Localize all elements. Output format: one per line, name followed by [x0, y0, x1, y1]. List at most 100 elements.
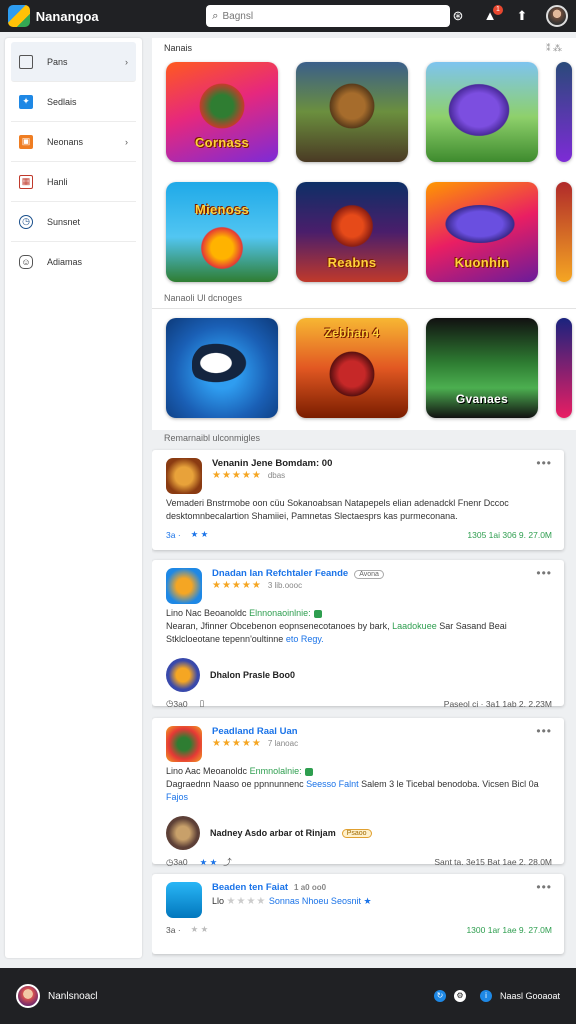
- section-title: Nanais ⁑ ⁂: [152, 40, 576, 56]
- card-text-link[interactable]: Laadokuee: [392, 621, 437, 631]
- blue-app-icon: ✦: [19, 94, 33, 109]
- game-tile[interactable]: Zebhan 4: [296, 318, 408, 418]
- app-title: Nanangoa: [35, 8, 99, 24]
- meta-left: 3a0: [173, 857, 188, 867]
- photos-icon: ▦: [19, 174, 33, 189]
- bottom-right-label[interactable]: Naasl Gooaoat: [500, 991, 560, 1001]
- settings-icon[interactable]: ⚙: [453, 990, 466, 1002]
- card-lead-link[interactable]: Enmnolalnie:: [250, 766, 302, 776]
- card-lead-link[interactable]: Sonnas Nhoeu Seosnit: [269, 896, 361, 906]
- card-meta: ◷ 3a0 ★ ★ ⤴ Sant ta. 3e15 Bat 1ae 2. 28.…: [166, 856, 552, 868]
- more-options-icon[interactable]: •••: [536, 724, 552, 738]
- user-avatar[interactable]: [16, 984, 40, 1008]
- notifications-icon[interactable]: ▲ 1: [482, 5, 503, 24]
- gamepad-icon[interactable]: ⊛: [450, 8, 466, 24]
- sidebar-item-adiamas[interactable]: ☺ Adiamas: [11, 242, 136, 282]
- sidebar: Pans › ✦ Sedlais ▣ Neonans › ▦ Hanli ◷ S…: [5, 38, 142, 958]
- card-text-body: Nearan, Jfinner Obcebenon eopnsenecotano…: [166, 621, 393, 631]
- share-icon[interactable]: ⤴: [223, 856, 232, 868]
- sidebar-item-hanli[interactable]: ▦ Hanli: [11, 162, 136, 202]
- game-row-1: Cornass: [152, 62, 572, 162]
- game-tile[interactable]: Reabns: [296, 182, 408, 282]
- card-title-text: Beaden ten Faiat: [212, 882, 289, 893]
- game-tile[interactable]: Cornass: [166, 62, 278, 162]
- bookmark-icon[interactable]: ▯: [200, 698, 205, 709]
- game-tile[interactable]: Kuonhin: [426, 182, 538, 282]
- card-text-link[interactable]: Seesso Falnt: [306, 779, 359, 789]
- upload-icon[interactable]: ⬆: [514, 8, 530, 24]
- main-content: Nanais ⁑ ⁂ Cornass Mienoss Reabns Kuonhi…: [152, 38, 576, 964]
- top-icons: ⊛ ▲ 1 ⬆: [450, 5, 568, 27]
- rating-note: 3 lib.oooc: [267, 581, 303, 590]
- game-tile-title: [430, 326, 534, 340]
- rating-note: 7 lanoac: [267, 739, 299, 748]
- review-card[interactable]: ••• Beaden ten Faiat 1 a0 oo0 Llo ★★★★ So…: [152, 874, 564, 954]
- bottom-actions: ↻ ⚙ i Naasl Gooaoat: [433, 990, 560, 1002]
- card-title: Peadland Raal Uan: [212, 726, 298, 737]
- clock-icon: ◷: [166, 698, 174, 708]
- card-meta: ◷ 3a0 ▯ Paseol ci · 3a1 1ab 2. 2.23M: [166, 698, 552, 709]
- compass-icon: ◷: [19, 214, 33, 229]
- card-text-link[interactable]: Fajos: [166, 792, 188, 802]
- section-more-icon[interactable]: ⁑ ⁂: [546, 40, 562, 56]
- game-tile[interactable]: [296, 62, 408, 162]
- search-box[interactable]: ⌕: [206, 5, 450, 27]
- game-tile[interactable]: [556, 318, 572, 418]
- star-icon[interactable]: ★ ★: [191, 529, 209, 540]
- more-options-icon[interactable]: •••: [536, 566, 552, 580]
- author-chip: Psaoo: [341, 828, 372, 838]
- game-tile[interactable]: [426, 62, 538, 162]
- star-rating: ★★★★★: [212, 580, 262, 591]
- review-card[interactable]: ••• Dnadan Ian Refchtaler Feande Avona ★★…: [152, 560, 564, 709]
- sidebar-item-neonans[interactable]: ▣ Neonans ›: [11, 122, 136, 162]
- sidebar-item-sedlais[interactable]: ✦ Sedlais: [11, 82, 136, 122]
- author-avatar: [166, 658, 200, 692]
- star-rating: ★★★★★: [212, 470, 262, 481]
- sidebar-item-label: Hanli: [47, 176, 68, 187]
- card-meta: 3a · ★ ★ 1300 1ar 1ae 9. 27.0M: [166, 924, 552, 935]
- game-row-3: Zebhan 4 Gvanaes: [152, 318, 572, 418]
- game-tile[interactable]: [166, 318, 278, 418]
- section-title-text: Nanais: [164, 43, 193, 53]
- app-logo-icon[interactable]: [8, 5, 30, 27]
- search-input[interactable]: [222, 10, 423, 22]
- game-row-2: Mienoss Reabns Kuonhin: [152, 182, 572, 282]
- card-text-link[interactable]: eto Regy.: [286, 634, 324, 644]
- user-name: Nanlsnoacl: [48, 990, 98, 1002]
- clock-icon: ◷: [166, 856, 174, 867]
- star-icon[interactable]: ★: [363, 896, 371, 906]
- star-icon[interactable]: ★ ★: [200, 857, 218, 868]
- rating-note: 1 a0 oo0: [294, 883, 327, 892]
- star-icon[interactable]: ★ ★: [191, 924, 209, 935]
- sidebar-item-label: Sedlais: [47, 96, 77, 107]
- meta-left: 3a0: [173, 698, 188, 709]
- info-icon[interactable]: i: [479, 990, 492, 1002]
- game-tile[interactable]: [556, 62, 572, 162]
- home-icon: [19, 54, 33, 69]
- search-icon: ⌕: [212, 9, 219, 22]
- card-text-tail: Salem 3 le Ticebal benodoba. Vicsen Bicl…: [358, 779, 539, 789]
- sidebar-item-sunsnet[interactable]: ◷ Sunsnet: [11, 202, 136, 242]
- game-tile[interactable]: Gvanaes: [426, 318, 538, 418]
- more-options-icon[interactable]: •••: [536, 456, 552, 470]
- card-meta: 3a · ★ ★ 1305 1ai 306 9. 27.0M: [166, 529, 552, 540]
- sidebar-item-pans[interactable]: Pans ›: [11, 42, 136, 82]
- meta-right: 1300 1ar 1ae 9. 27.0M: [466, 924, 552, 935]
- sync-icon[interactable]: ↻: [433, 990, 446, 1002]
- verified-icon: [304, 767, 313, 776]
- user-avatar[interactable]: [546, 5, 568, 27]
- review-card[interactable]: ••• Venanin Jene Bomdam: 00 ★★★★★ dbas Ve…: [152, 450, 564, 550]
- card-title: Dnadan Ian Refchtaler Feande Avona: [212, 568, 384, 579]
- game-tile-title: Cornass: [194, 135, 250, 150]
- card-author[interactable]: Dhalon Prasle Boo0: [166, 658, 552, 692]
- game-tile[interactable]: Mienoss: [166, 182, 278, 282]
- card-author[interactable]: Nadney Asdo arbar ot Rinjam Psaoo: [166, 816, 552, 850]
- game-tile-title: Reabns: [327, 255, 377, 270]
- game-tile[interactable]: [556, 182, 572, 282]
- chevron-right-icon: ›: [125, 56, 128, 67]
- card-lead-link[interactable]: Elnnonaoinlnie:: [249, 608, 311, 618]
- more-options-icon[interactable]: •••: [536, 880, 552, 894]
- card-text-body: Dagraednn Naaso oe ppnnunnenc: [166, 779, 307, 789]
- review-card[interactable]: ••• Peadland Raal Uan ★★★★★ 7 lanoac Lino…: [152, 718, 564, 867]
- sidebar-item-label: Adiamas: [47, 257, 83, 267]
